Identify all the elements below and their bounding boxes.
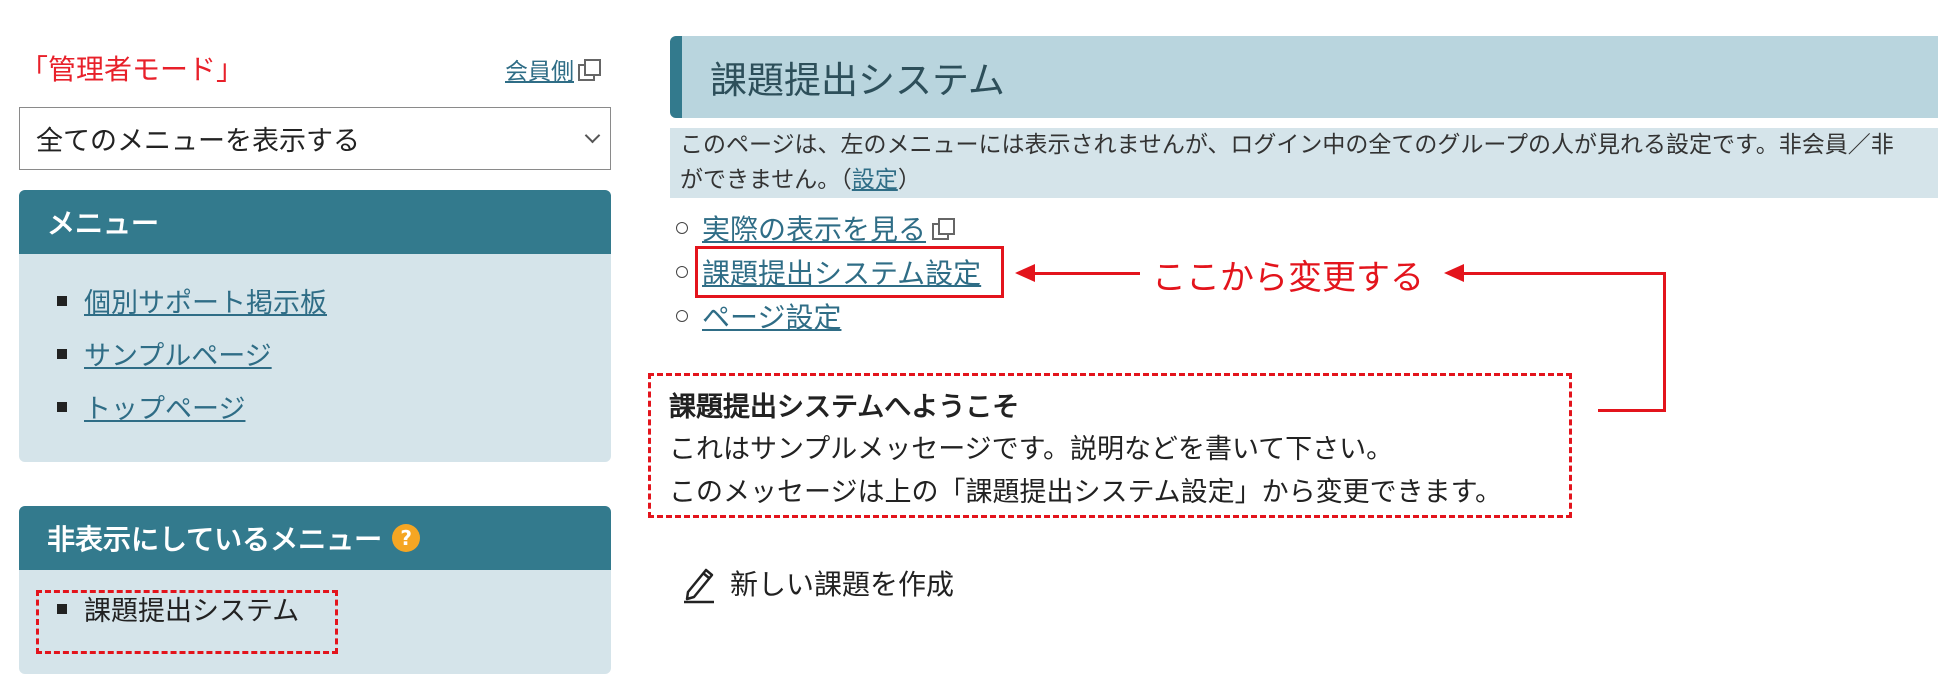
circle-bullet-icon — [676, 310, 688, 322]
annotation-text: ここから変更する — [1152, 258, 1424, 298]
welcome-title: 課題提出システムへようこそ — [669, 392, 1020, 423]
new-task-button[interactable]: 新しい課題を作成 — [680, 562, 954, 604]
view-actual-label: 実際の表示を見る — [702, 213, 927, 246]
visibility-notice: このページは、左のメニューには表示されませんが、ログイン中の全てのグループの人が… — [670, 128, 1938, 198]
menu-list: 個別サポート掲示板 サンプルページ トップページ — [19, 254, 611, 433]
new-task-label: 新しい課題を作成 — [730, 568, 955, 601]
menu-item-link[interactable]: トップページ — [84, 387, 245, 426]
hidden-item-highlight-box — [36, 590, 338, 654]
menu-item-link[interactable]: 個別サポート掲示板 — [84, 281, 327, 320]
circle-bullet-icon — [676, 266, 688, 278]
arrow-head-icon — [1444, 264, 1464, 282]
menu-panel-header: メニュー — [19, 190, 611, 254]
notice-line-2-suffix: ） — [897, 167, 921, 193]
external-link-icon — [932, 218, 956, 240]
action-item: ページ設定 — [676, 294, 981, 338]
menu-item-link[interactable]: サンプルページ — [84, 334, 272, 373]
connector-line — [1462, 272, 1666, 275]
square-bullet-icon — [57, 348, 67, 359]
menu-item: トップページ — [19, 380, 611, 433]
square-bullet-icon — [57, 401, 67, 412]
arrow-line — [1032, 272, 1140, 275]
menu-panel: メニュー 個別サポート掲示板 サンプルページ トップページ — [19, 190, 611, 462]
menu-display-select-value: 全てのメニューを表示する — [36, 126, 360, 157]
notice-settings-link[interactable]: 設定 — [852, 167, 898, 193]
view-actual-link[interactable]: 実際の表示を見る — [702, 208, 956, 248]
notice-line-2-prefix: ができません。（ — [680, 167, 852, 193]
action-item: 実際の表示を見る — [676, 206, 981, 250]
page-title: 課題提出システム — [670, 36, 1938, 118]
welcome-line: これはサンプルメッセージです。説明などを書いて下さい。 — [669, 434, 1394, 465]
menu-display-select[interactable]: 全てのメニューを表示する — [19, 107, 611, 170]
settings-highlight-box — [695, 246, 1004, 298]
member-side-link[interactable]: 会員側 — [505, 52, 601, 86]
pencil-icon — [684, 568, 714, 604]
hidden-menu-panel-header: 非表示にしているメニュー ? — [19, 506, 611, 570]
square-bullet-icon — [57, 295, 67, 306]
hidden-menu-panel-title: 非表示にしているメニュー — [47, 523, 383, 556]
welcome-message-box: 課題提出システムへようこそ これはサンプルメッセージです。説明などを書いて下さい… — [648, 373, 1572, 518]
menu-item: 個別サポート掲示板 — [19, 274, 611, 327]
external-link-icon — [578, 59, 601, 81]
page-settings-link[interactable]: ページ設定 — [702, 296, 841, 336]
chevron-down-icon — [584, 127, 601, 144]
connector-line — [1598, 409, 1666, 412]
connector-line — [1663, 272, 1666, 412]
admin-mode-label: 「管理者モード」 — [20, 53, 245, 86]
menu-panel-title: メニュー — [47, 207, 160, 240]
circle-bullet-icon — [676, 222, 688, 234]
notice-line-2: ができません。（設定） — [680, 163, 1928, 198]
menu-item: サンプルページ — [19, 327, 611, 380]
member-side-link-label: 会員側 — [505, 59, 574, 85]
help-icon[interactable]: ? — [392, 524, 421, 552]
page-title-text: 課題提出システム — [710, 59, 1005, 102]
welcome-line: このメッセージは上の「課題提出システム設定」から変更できます。 — [669, 477, 1502, 508]
notice-line-1: このページは、左のメニューには表示されませんが、ログイン中の全てのグループの人が… — [680, 132, 1894, 158]
